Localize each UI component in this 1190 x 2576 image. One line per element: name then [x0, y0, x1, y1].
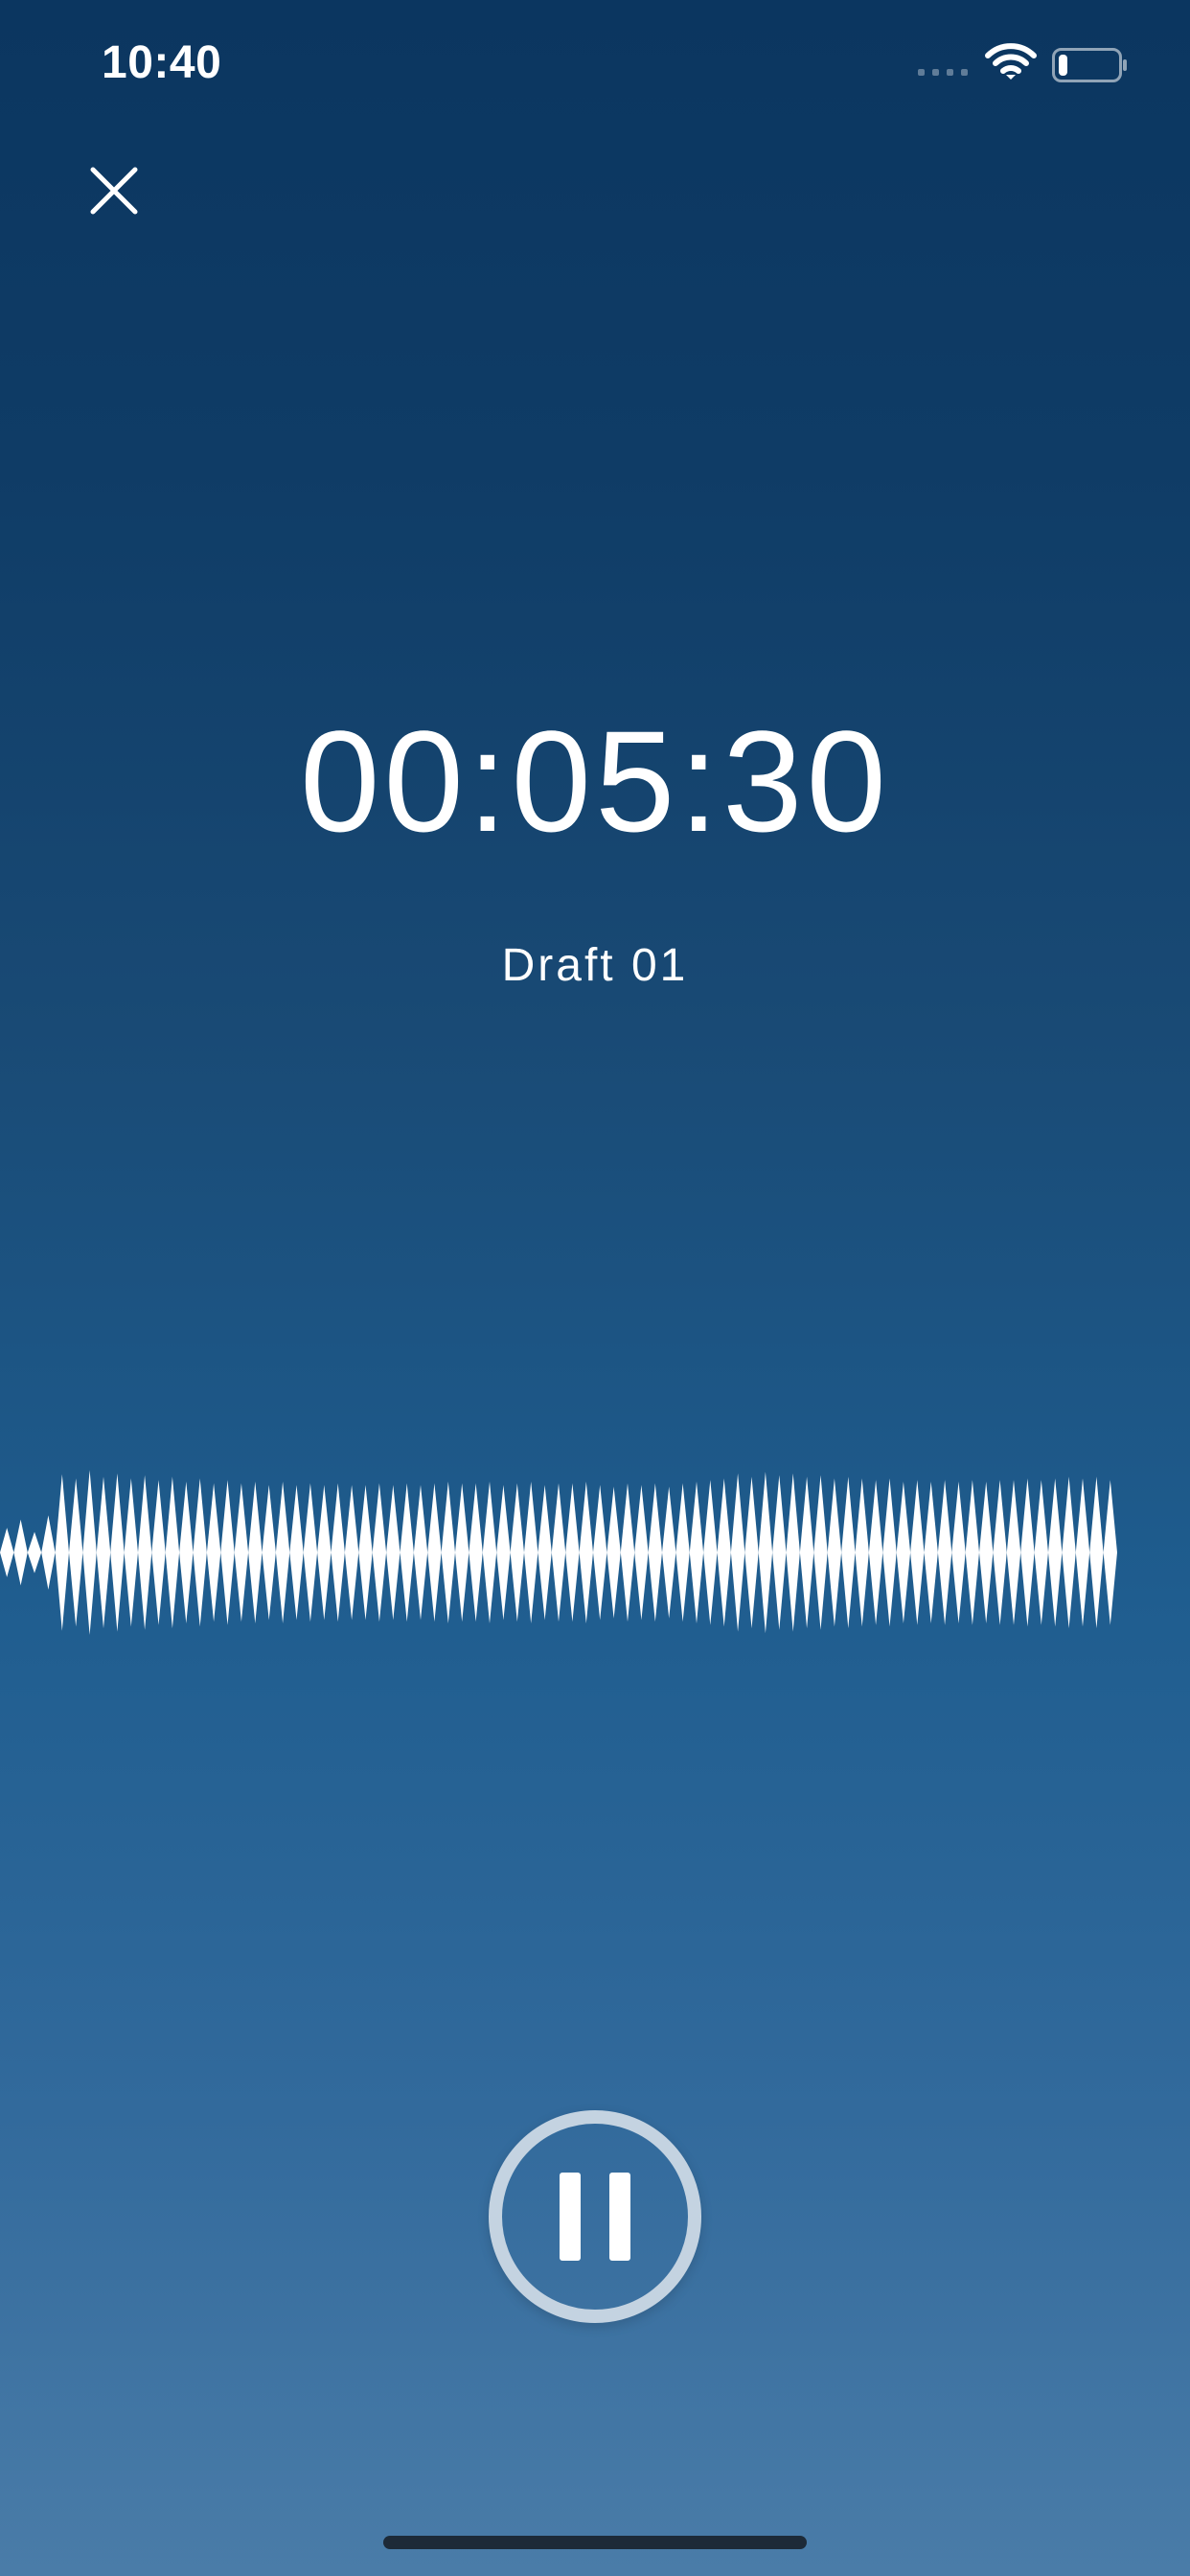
waveform-spike — [262, 1484, 276, 1621]
waveform-spike — [400, 1483, 414, 1622]
waveform-spike — [110, 1473, 125, 1632]
waveform-spike — [882, 1478, 897, 1627]
waveform-spike — [151, 1480, 166, 1625]
waveform-spike — [648, 1483, 662, 1622]
waveform-spike — [951, 1482, 966, 1623]
waveform-spike — [510, 1483, 524, 1622]
battery-icon — [1052, 48, 1127, 82]
waveform-spike — [1006, 1480, 1021, 1625]
pause-button[interactable] — [489, 2110, 701, 2323]
status-bar: 10:40 — [0, 0, 1190, 125]
waveform-spike — [179, 1482, 194, 1623]
wifi-icon — [985, 43, 1037, 80]
elapsed-time: 00:05:30 — [300, 701, 890, 862]
waveform-spike — [496, 1484, 511, 1621]
waveform-spike — [27, 1531, 42, 1574]
waveform-spike — [317, 1484, 332, 1621]
waveform-spike — [1034, 1480, 1048, 1625]
waveform-spike — [979, 1482, 994, 1623]
close-button[interactable] — [84, 161, 144, 220]
waveform-spike — [482, 1482, 497, 1623]
waveform-spike — [827, 1478, 842, 1627]
waveform-spike — [993, 1480, 1007, 1625]
waveform-spike — [689, 1482, 704, 1623]
waveform-spike — [896, 1482, 911, 1623]
waveform-spike — [206, 1483, 221, 1622]
pause-icon — [609, 2173, 630, 2261]
waveform-spike — [220, 1480, 235, 1625]
waveform-spike — [413, 1484, 428, 1621]
waveform-spike — [372, 1483, 387, 1622]
waveform-spike — [634, 1484, 649, 1621]
waveform-spike — [358, 1484, 373, 1621]
waveform-spike — [868, 1480, 883, 1625]
waveform-spike — [441, 1482, 455, 1623]
waveform-spike — [855, 1478, 869, 1627]
waveform-spike — [234, 1483, 249, 1622]
waveform-spike — [138, 1475, 152, 1630]
waveform-spike — [331, 1483, 345, 1622]
waveform-spike — [13, 1519, 28, 1586]
waveform-spike — [275, 1482, 290, 1623]
waveform-spike — [965, 1480, 979, 1625]
waveform-spike — [0, 1528, 14, 1577]
waveform-spike — [124, 1478, 138, 1627]
audio-waveform — [0, 1470, 1117, 1635]
waveform-spike — [538, 1484, 552, 1621]
waveform-spike — [96, 1476, 111, 1629]
waveform-spike — [41, 1515, 56, 1590]
waveform-spike — [620, 1483, 635, 1622]
waveform-spike — [193, 1478, 207, 1627]
pause-icon — [560, 2173, 581, 2261]
waveform-spike — [1048, 1478, 1063, 1627]
waveform-spike — [165, 1476, 180, 1629]
waveform-spike — [289, 1484, 304, 1621]
waveform-spike — [910, 1480, 925, 1625]
waveform-spike — [593, 1484, 607, 1621]
waveform-spike — [579, 1482, 593, 1623]
waveform-spike — [1075, 1478, 1090, 1627]
waveform-spike — [386, 1484, 400, 1621]
waveform-spike — [662, 1486, 676, 1619]
waveform-spike — [69, 1478, 83, 1627]
waveform-spike — [675, 1483, 690, 1622]
waveform-spike — [1089, 1476, 1104, 1629]
waveform-spike — [703, 1480, 718, 1625]
waveform-spike — [772, 1475, 787, 1630]
waveform-spike — [565, 1483, 580, 1622]
waveform-spike — [1020, 1478, 1035, 1627]
waveform-spike — [55, 1474, 69, 1631]
waveform-spike — [799, 1476, 814, 1629]
waveform-spike — [427, 1483, 442, 1622]
waveform-spike — [455, 1483, 469, 1622]
close-icon — [90, 167, 138, 215]
waveform-spike — [937, 1480, 952, 1625]
waveform-spike — [303, 1483, 318, 1622]
waveform-spike — [248, 1482, 263, 1623]
home-indicator — [383, 2536, 807, 2549]
waveform-spike — [786, 1473, 800, 1632]
waveform-spike — [924, 1482, 938, 1623]
waveform-spike — [841, 1476, 856, 1629]
waveform-spike — [469, 1483, 483, 1622]
waveform-spike — [744, 1476, 759, 1629]
waveform-spike — [758, 1471, 773, 1634]
waveform-spike — [1062, 1476, 1076, 1629]
waveform-spike — [606, 1486, 621, 1619]
waveform-spike — [551, 1483, 566, 1622]
recording-title: Draft 01 — [501, 940, 689, 991]
waveform-spike — [813, 1475, 828, 1630]
waveform-spike — [730, 1473, 745, 1632]
waveform-spike — [717, 1478, 731, 1627]
waveform-spike — [344, 1484, 359, 1621]
cellular-signal-icon — [918, 69, 968, 76]
waveform-spike — [82, 1470, 97, 1635]
waveform-spike — [1103, 1480, 1117, 1625]
status-time: 10:40 — [102, 37, 222, 88]
waveform-spike — [524, 1482, 538, 1623]
